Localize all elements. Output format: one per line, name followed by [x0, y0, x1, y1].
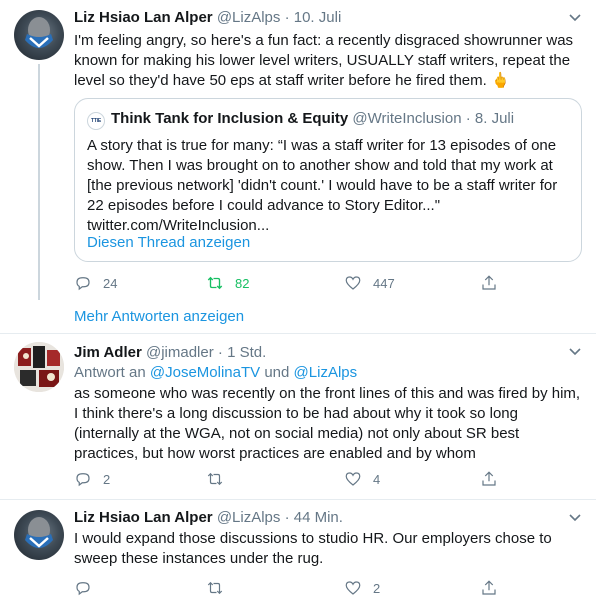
- quoted-timestamp: 8. Juli: [474, 110, 515, 127]
- like-icon: [345, 276, 361, 290]
- reply-button[interactable]: 24: [74, 273, 117, 293]
- avatar-jim[interactable]: [14, 342, 64, 392]
- reply-and: und: [264, 364, 290, 381]
- quoted-author-name: Think Tank for Inclusion & Equity: [111, 110, 349, 127]
- share-button[interactable]: [480, 273, 509, 293]
- caret-down-icon[interactable]: [568, 513, 582, 523]
- tweet-text: I'm feeling angry, so here's a fun fact:…: [74, 32, 574, 89]
- thread-line: [38, 64, 40, 300]
- tweet-3[interactable]: Liz Hsiao Lan Alper @LizAlps · 44 Min. I…: [0, 500, 596, 604]
- quoted-avatar: TTIE: [87, 112, 105, 130]
- tweet-actions: 2: [74, 578, 534, 598]
- caret-down-icon[interactable]: [568, 347, 582, 357]
- reply-icon: [76, 582, 90, 596]
- retweet-count: 82: [235, 275, 250, 291]
- reply-button[interactable]: 2: [74, 469, 110, 489]
- quoted-header: Think Tank for Inclusion & Equity @Write…: [111, 109, 514, 129]
- like-icon: [345, 581, 361, 595]
- separator-dot: ·: [284, 9, 290, 26]
- quoted-text: A story that is true for many: “I was a …: [87, 137, 558, 234]
- tweet-text: as someone who was recently on the front…: [74, 385, 581, 462]
- avatar-liz[interactable]: [14, 510, 64, 560]
- like-count: 447: [373, 275, 395, 291]
- mention-link[interactable]: @LizAlps: [294, 364, 358, 381]
- timestamp[interactable]: 1 Std.: [227, 344, 266, 361]
- tweet-actions: 2 4: [74, 469, 534, 489]
- tweet-actions: 24 82 447: [74, 273, 534, 293]
- timestamp[interactable]: 44 Min.: [294, 509, 343, 526]
- tweet-1[interactable]: Liz Hsiao Lan Alper @LizAlps · 10. Juli …: [0, 0, 596, 300]
- like-count: 4: [373, 471, 381, 487]
- author-handle[interactable]: @LizAlps: [217, 509, 281, 526]
- quoted-author-handle: @WriteInclusion: [352, 110, 462, 127]
- reply-prefix: Antwort an: [74, 364, 146, 381]
- tweet-header: Jim Adler @jimadler · 1 Std.: [74, 343, 586, 363]
- share-button[interactable]: [480, 469, 509, 489]
- quoted-tweet[interactable]: TTIE Think Tank for Inclusion & Equity @…: [74, 98, 582, 262]
- retweet-button[interactable]: [206, 578, 235, 598]
- reply-icon: [76, 473, 90, 487]
- reply-count: 24: [103, 275, 118, 291]
- timestamp[interactable]: 10. Juli: [294, 9, 342, 26]
- author-name[interactable]: Liz Hsiao Lan Alper: [74, 9, 213, 26]
- like-button[interactable]: 4: [344, 469, 380, 489]
- retweet-button[interactable]: 82: [206, 273, 249, 293]
- retweet-icon: [207, 581, 223, 595]
- author-name[interactable]: Liz Hsiao Lan Alper: [74, 509, 213, 526]
- mention-link[interactable]: @JoseMolinaTV: [150, 364, 260, 381]
- caret-down-icon[interactable]: [568, 13, 582, 23]
- tweet-header: Liz Hsiao Lan Alper @LizAlps · 44 Min.: [74, 508, 586, 528]
- author-handle[interactable]: @jimadler: [146, 344, 214, 361]
- avatar-liz[interactable]: [14, 10, 64, 60]
- separator-dot: ·: [217, 344, 223, 361]
- share-icon: [482, 580, 496, 595]
- reply-button[interactable]: [74, 578, 103, 598]
- retweet-icon: [207, 276, 223, 290]
- tweet-text: I would expand those discussions to stud…: [74, 530, 552, 567]
- replying-to: Antwort an @JoseMolinaTV und @LizAlps: [74, 363, 586, 383]
- retweet-icon: [207, 472, 223, 486]
- tweet-2[interactable]: Jim Adler @jimadler · 1 Std. Antwort an …: [0, 334, 596, 499]
- tweet-header: Liz Hsiao Lan Alper @LizAlps · 10. Juli: [74, 8, 586, 28]
- quoted-avatar-logo: TTIE: [90, 118, 102, 124]
- author-name[interactable]: Jim Adler: [74, 344, 142, 361]
- like-button[interactable]: 2: [344, 578, 380, 598]
- share-icon: [482, 471, 496, 486]
- separator-dot: ·: [465, 110, 471, 127]
- like-button[interactable]: 447: [344, 273, 395, 293]
- reply-count: 2: [103, 471, 111, 487]
- reply-icon: [76, 277, 90, 291]
- separator-dot: ·: [284, 509, 290, 526]
- share-icon: [482, 275, 496, 290]
- show-thread-link[interactable]: Diesen Thread anzeigen: [87, 234, 250, 251]
- like-icon: [345, 472, 361, 486]
- share-button[interactable]: [480, 578, 509, 598]
- author-handle[interactable]: @LizAlps: [217, 9, 281, 26]
- more-replies-link[interactable]: Mehr Antworten anzeigen: [74, 308, 244, 325]
- like-count: 2: [373, 580, 381, 596]
- retweet-button[interactable]: [206, 469, 235, 489]
